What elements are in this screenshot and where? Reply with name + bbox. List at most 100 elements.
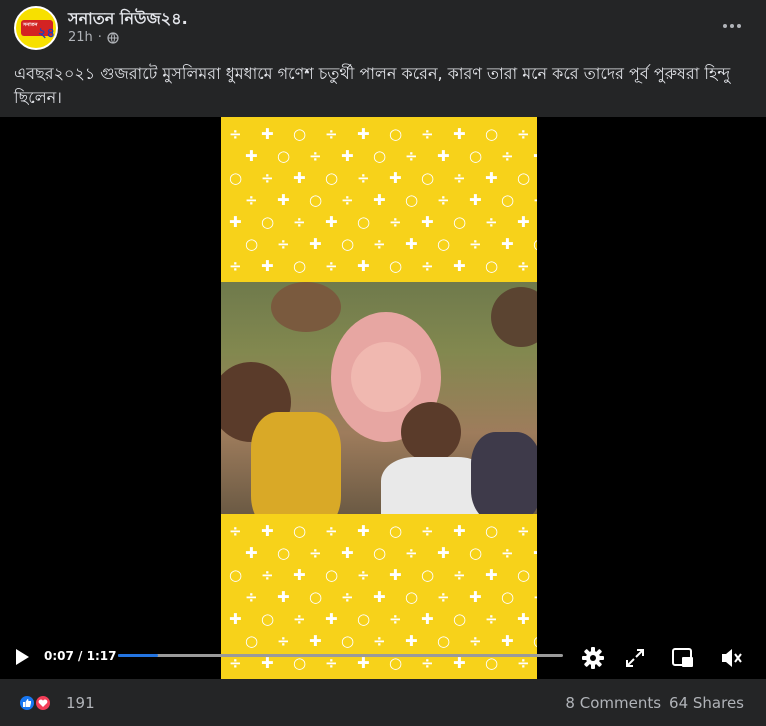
pattern-glyph: ÷ bbox=[533, 193, 537, 208]
reaction-count[interactable]: 191 bbox=[66, 694, 95, 712]
pattern-glyph: ○ bbox=[517, 566, 531, 584]
expand-icon bbox=[626, 649, 644, 667]
pattern-glyph: ÷ bbox=[421, 257, 434, 275]
settings-button[interactable] bbox=[580, 645, 606, 671]
pattern-glyph: ✚ bbox=[325, 213, 338, 231]
play-button[interactable] bbox=[10, 645, 34, 669]
pattern-glyph: ✚ bbox=[437, 544, 450, 562]
pip-button[interactable] bbox=[670, 645, 696, 671]
avatar-number: ২৪ bbox=[38, 26, 55, 41]
pattern-glyph: ✚ bbox=[293, 169, 306, 187]
pattern-glyph: ÷ bbox=[277, 235, 290, 253]
pattern-glyph: ✚ bbox=[405, 235, 418, 253]
pattern-glyph: ○ bbox=[293, 257, 307, 275]
pattern-glyph: ○ bbox=[469, 544, 483, 562]
page-avatar[interactable]: সনাতন ২৪ bbox=[14, 6, 58, 50]
video-frame[interactable]: ÷✚○÷✚○÷✚○÷✚○÷✚○÷✚○÷✚○÷✚○÷✚○÷✚○÷✚○÷✚○÷✚○÷… bbox=[221, 117, 537, 679]
pattern-glyph: ÷ bbox=[309, 147, 322, 165]
pattern-glyph: ○ bbox=[373, 544, 387, 562]
pattern-glyph: ○ bbox=[293, 522, 307, 540]
progress-fill bbox=[118, 654, 159, 657]
pattern-glyph: ○ bbox=[261, 610, 275, 628]
post-caption: এবছর২০২১ গুজরাটে মুসলিমরা ধুমধামে গণেশ চ… bbox=[14, 64, 731, 107]
more-options-button[interactable] bbox=[718, 12, 746, 40]
post-timestamp[interactable]: 21h bbox=[68, 30, 93, 45]
pattern-glyph: ✚ bbox=[261, 257, 274, 275]
pattern-glyph: ○ bbox=[469, 147, 483, 165]
pattern-glyph: ÷ bbox=[373, 235, 386, 253]
pattern-glyph: ✚ bbox=[533, 546, 537, 561]
pattern-glyph: ÷ bbox=[229, 257, 242, 275]
pattern-glyph: ÷ bbox=[469, 235, 482, 253]
meta-separator: · bbox=[97, 30, 102, 45]
video-pattern-top: ÷✚○÷✚○÷✚○÷✚○÷✚○÷✚○÷✚○÷✚○÷✚○÷✚○÷✚○÷✚○÷✚○÷… bbox=[221, 117, 537, 282]
like-icon bbox=[23, 699, 31, 707]
pattern-glyph: ○ bbox=[325, 169, 339, 187]
heart-icon bbox=[38, 699, 48, 707]
pattern-glyph: ÷ bbox=[405, 147, 418, 165]
picture-in-picture-icon bbox=[672, 648, 693, 667]
pattern-glyph: ÷ bbox=[341, 588, 354, 606]
pattern-glyph: ✚ bbox=[341, 147, 354, 165]
pattern-glyph: ✚ bbox=[485, 169, 498, 187]
progress-bar[interactable] bbox=[118, 654, 563, 657]
pattern-glyph: ○ bbox=[501, 588, 515, 606]
comments-count[interactable]: 8 Comments bbox=[565, 694, 661, 712]
pattern-glyph: ○ bbox=[389, 125, 403, 143]
pattern-glyph: ○ bbox=[533, 237, 537, 252]
muted-speaker-icon bbox=[722, 649, 742, 667]
pattern-glyph: ○ bbox=[517, 169, 531, 187]
pattern-glyph: ✚ bbox=[325, 610, 338, 628]
pattern-glyph: ✚ bbox=[517, 610, 530, 628]
idol-face-shape bbox=[351, 342, 421, 412]
person-top-left-shape bbox=[271, 282, 341, 332]
pattern-glyph: ÷ bbox=[421, 125, 434, 143]
duration: 1:17 bbox=[86, 649, 117, 663]
pattern-glyph: ✚ bbox=[261, 522, 274, 540]
pattern-glyph: ÷ bbox=[453, 169, 466, 187]
pattern-glyph: ✚ bbox=[437, 147, 450, 165]
pattern-glyph: ✚ bbox=[533, 149, 537, 164]
pattern-glyph: ÷ bbox=[437, 191, 450, 209]
pattern-glyph: ✚ bbox=[517, 213, 530, 231]
pattern-glyph: ○ bbox=[453, 610, 467, 628]
pattern-glyph: ✚ bbox=[421, 610, 434, 628]
pattern-glyph: ✚ bbox=[373, 588, 386, 606]
pattern-glyph: ○ bbox=[309, 588, 323, 606]
pattern-glyph: ✚ bbox=[453, 257, 466, 275]
pattern-glyph: ÷ bbox=[533, 590, 537, 605]
pattern-glyph: ○ bbox=[389, 522, 403, 540]
post-header: সনাতন ২৪ সনাতন নিউজ২৪. 21h · bbox=[0, 0, 766, 56]
shares-count[interactable]: 64 Shares bbox=[669, 694, 744, 712]
post-footer: 191 8 Comments 64 Shares bbox=[0, 680, 766, 726]
video-player[interactable]: ÷✚○÷✚○÷✚○÷✚○÷✚○÷✚○÷✚○÷✚○÷✚○÷✚○÷✚○÷✚○÷✚○÷… bbox=[0, 117, 766, 679]
pattern-glyph: ÷ bbox=[229, 522, 242, 540]
play-icon bbox=[16, 649, 29, 665]
pattern-glyph: ✚ bbox=[293, 566, 306, 584]
mute-button[interactable] bbox=[718, 645, 746, 671]
pattern-glyph: ✚ bbox=[229, 213, 242, 231]
pattern-glyph: ✚ bbox=[453, 125, 466, 143]
pattern-glyph: ✚ bbox=[357, 522, 370, 540]
time-separator: / bbox=[78, 649, 87, 663]
pattern-glyph: ÷ bbox=[325, 522, 338, 540]
pattern-glyph: ○ bbox=[261, 213, 275, 231]
pattern-glyph: ✚ bbox=[357, 257, 370, 275]
page-name-link[interactable]: সনাতন নিউজ২৪. bbox=[68, 6, 188, 33]
pattern-glyph: ○ bbox=[437, 235, 451, 253]
globe-icon[interactable] bbox=[107, 31, 119, 44]
video-scene-image bbox=[221, 282, 537, 514]
pattern-glyph: ÷ bbox=[517, 522, 530, 540]
pattern-glyph: ○ bbox=[229, 566, 243, 584]
pattern-glyph: ○ bbox=[453, 213, 467, 231]
fullscreen-button[interactable] bbox=[622, 645, 648, 671]
pattern-glyph: ✚ bbox=[373, 191, 386, 209]
pattern-glyph: ✚ bbox=[245, 544, 258, 562]
current-time: 0:07 bbox=[44, 649, 74, 663]
pattern-glyph: ○ bbox=[405, 191, 419, 209]
pattern-glyph: ÷ bbox=[309, 544, 322, 562]
pattern-glyph: ○ bbox=[421, 169, 435, 187]
pattern-glyph: ÷ bbox=[453, 566, 466, 584]
pattern-glyph: ✚ bbox=[261, 125, 274, 143]
love-reaction[interactable] bbox=[34, 694, 52, 712]
